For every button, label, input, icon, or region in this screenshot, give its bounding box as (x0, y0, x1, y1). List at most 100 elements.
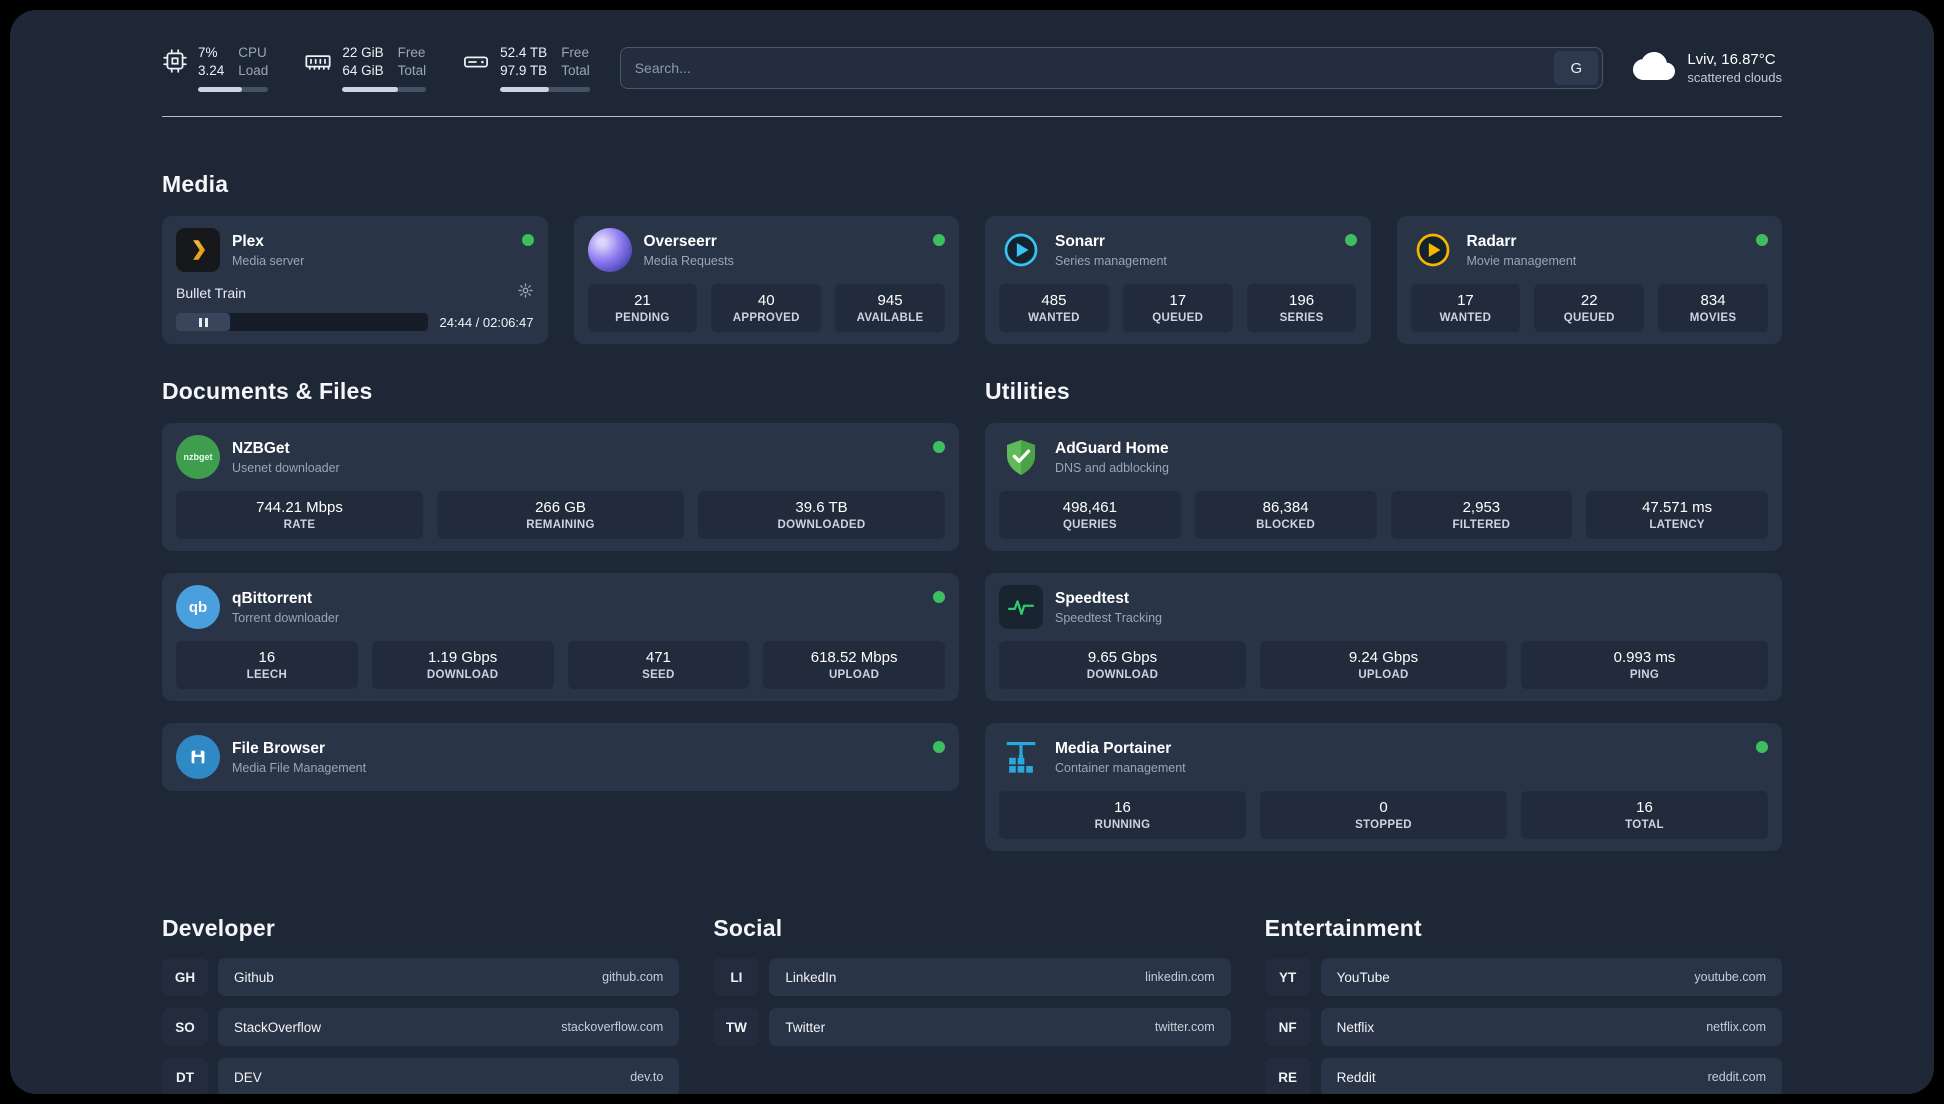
qbittorrent-icon: qb (176, 585, 220, 630)
stat-tile: 9.65 Gbps DOWNLOAD (999, 641, 1246, 690)
adguard-card[interactable]: AdGuard Home DNS and adblocking 498,461 … (985, 423, 1782, 552)
status-dot (933, 234, 945, 247)
bookmark-github[interactable]: GH Github github.com (162, 958, 680, 997)
ram-widget: 22 GiB 64 GiB Free Total (304, 44, 427, 93)
search-input[interactable] (634, 60, 1555, 77)
bookmark-abbr: GH (162, 958, 208, 997)
bookmark-name: LinkedIn (785, 969, 837, 985)
bookmark-url: stackoverflow.com (561, 1020, 664, 1035)
plex-card[interactable]: Plex Media server Bullet Train 24:44 / 0… (162, 216, 548, 345)
bookmark-abbr: DT (162, 1058, 208, 1094)
stat-value: 471 (645, 649, 671, 667)
bookmark-name: Twitter (785, 1019, 826, 1035)
bookmark-name: Reddit (1336, 1069, 1376, 1085)
app-name: Sonarr (1055, 232, 1105, 250)
portainer-icon (999, 735, 1043, 779)
stat-label: LEECH (246, 669, 288, 682)
ram-icon (304, 44, 332, 81)
cpu-label-top: CPU (238, 45, 267, 60)
storage-widget: 52.4 TB 97.9 TB Free Total (462, 44, 590, 93)
speedtest-card[interactable]: Speedtest Speedtest Tracking 9.65 Gbps D… (985, 573, 1782, 702)
bookmark-youtube[interactable]: YT YouTube youtube.com (1264, 958, 1782, 997)
app-name: Plex (232, 232, 264, 250)
bookmark-name: Netflix (1336, 1019, 1375, 1035)
stat-value: 16 (1114, 799, 1131, 817)
app-name: Media Portainer (1055, 739, 1172, 757)
cpu-icon (162, 44, 188, 79)
portainer-card[interactable]: Media Portainer Container management 16 … (985, 723, 1782, 852)
app-desc: Usenet downloader (232, 460, 340, 475)
status-dot (521, 234, 534, 247)
bookmark-netflix[interactable]: NF Netflix netflix.com (1264, 1008, 1782, 1047)
bookmark-stackoverflow[interactable]: SO StackOverflow stackoverflow.com (162, 1008, 680, 1047)
stat-value: 2,953 (1462, 499, 1501, 517)
stat-value: 17 (1169, 292, 1187, 310)
weather-condition: scattered clouds (1687, 70, 1782, 86)
bookmark-name: Github (234, 969, 274, 985)
app-desc: Media Requests (643, 253, 734, 268)
topbar-divider (162, 116, 1782, 118)
status-dot (933, 741, 945, 754)
disk-value: 52.4 TB (500, 45, 548, 60)
stat-label: WANTED (1028, 312, 1080, 325)
qbittorrent-icon-text: qb (188, 598, 208, 616)
app-name: Radarr (1466, 232, 1517, 250)
stat-label: RUNNING (1094, 819, 1151, 832)
bookmark-url: twitter.com (1154, 1020, 1215, 1035)
stat-tile: 266 GB REMAINING (437, 491, 684, 540)
bookmark-name: YouTube (1336, 969, 1390, 985)
stat-label: BLOCKED (1256, 519, 1316, 532)
cpu-bar (198, 87, 269, 93)
bookmark-url: reddit.com (1707, 1070, 1766, 1085)
status-dot (1756, 234, 1768, 247)
qbittorrent-card[interactable]: qb qBittorrent Torrent downloader 16 LEE… (162, 573, 959, 702)
bookmark-dev[interactable]: DT DEV dev.to (162, 1058, 680, 1094)
sonarr-card[interactable]: Sonarr Series management 485 WANTED 17 Q… (985, 216, 1371, 345)
stat-value: 40 (757, 292, 775, 310)
stat-value: 86,384 (1262, 499, 1309, 517)
bookmark-url: dev.to (630, 1070, 664, 1085)
stat-label: QUEUED (1563, 312, 1615, 325)
stat-tile: 471 SEED (567, 641, 750, 690)
status-dot (933, 441, 945, 454)
bookmark-twitter[interactable]: TW Twitter twitter.com (713, 1008, 1231, 1047)
search-engine-button[interactable]: G (1554, 51, 1599, 86)
radarr-card[interactable]: Radarr Movie management 17 WANTED 22 QUE… (1396, 216, 1782, 345)
stat-label: UPLOAD (828, 669, 880, 682)
status-dot (1756, 741, 1768, 754)
playback-time: 24:44 / 02:06:47 (439, 314, 534, 330)
gear-icon[interactable] (517, 282, 534, 304)
disk-bar (500, 87, 590, 93)
bookmark-url: github.com (602, 970, 664, 985)
ram-bar (342, 87, 427, 93)
ram-secondary: 64 GiB (342, 63, 384, 79)
weather-widget[interactable]: Lviv, 16.87°C scattered clouds (1633, 45, 1782, 92)
overseerr-card[interactable]: Overseerr Media Requests 21 PENDING 40 A… (573, 216, 959, 345)
nzbget-card[interactable]: nzbget NZBGet Usenet downloader 744.21 M… (162, 423, 959, 552)
stat-value: 618.52 Mbps (810, 649, 898, 667)
cpu-label-bottom: Load (238, 63, 269, 79)
stat-label: UPLOAD (1358, 669, 1409, 682)
stat-value: 266 GB (535, 499, 586, 517)
stat-tile: 834 MOVIES (1658, 284, 1768, 333)
bookmark-reddit[interactable]: RE Reddit reddit.com (1264, 1058, 1782, 1094)
stat-tile: 86,384 BLOCKED (1194, 491, 1377, 540)
stat-label: MOVIES (1689, 312, 1737, 325)
stat-label: TOTAL (1625, 819, 1664, 832)
playback-progress-bar[interactable] (176, 313, 428, 332)
app-desc: Container management (1055, 760, 1186, 775)
app-desc: Movie management (1466, 253, 1577, 268)
app-name: qBittorrent (232, 589, 313, 607)
pause-icon[interactable] (176, 313, 230, 332)
media-section-title: Media (162, 171, 229, 198)
stat-value: 498,461 (1062, 499, 1117, 517)
search-bar: G (619, 47, 1604, 90)
app-name: File Browser (232, 739, 326, 757)
status-dot (1344, 234, 1357, 247)
filebrowser-card[interactable]: File Browser Media File Management (162, 723, 959, 792)
stat-value: 9.24 Gbps (1348, 649, 1419, 667)
speedtest-icon (999, 585, 1043, 630)
cpu-value: 7% (198, 45, 218, 60)
nzbget-icon: nzbget (176, 435, 220, 480)
bookmark-linkedin[interactable]: LI LinkedIn linkedin.com (713, 958, 1231, 997)
